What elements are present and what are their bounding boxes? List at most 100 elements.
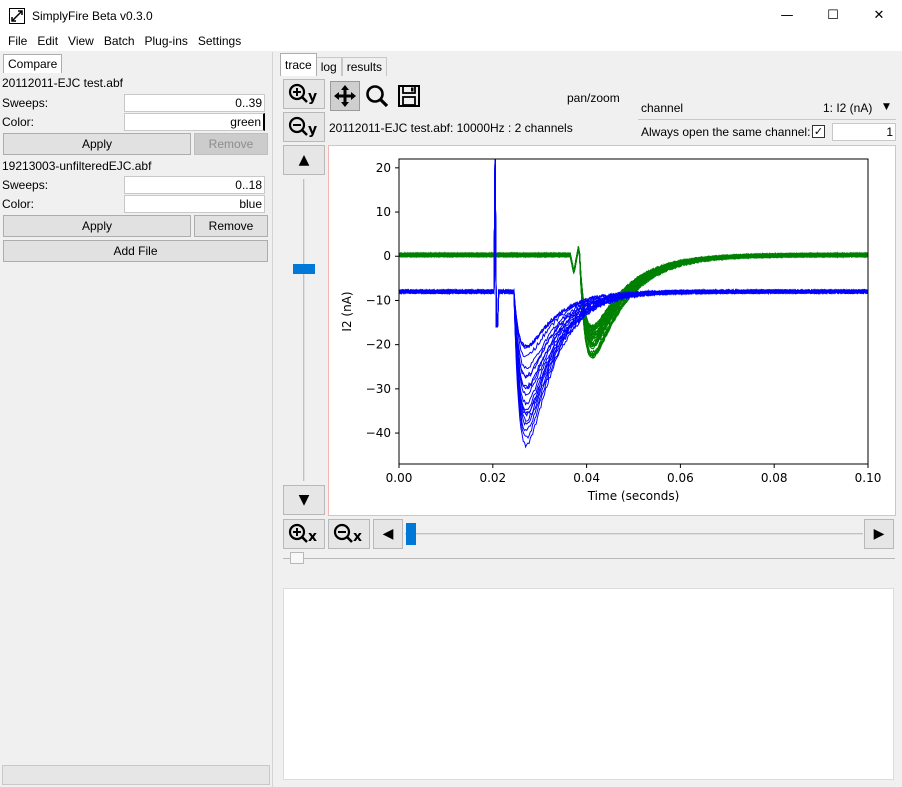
maximize-button[interactable]: ☐ bbox=[810, 0, 856, 31]
y-axis-label: I2 (nA) bbox=[340, 291, 354, 331]
series-sweep-line bbox=[399, 249, 868, 348]
channel-select[interactable]: channel 1: I2 (nA) ▼ bbox=[638, 96, 896, 120]
scroll-left-button[interactable]: ◀ bbox=[373, 519, 403, 549]
series-sweep-line bbox=[399, 159, 868, 390]
x-axis-label: Time (seconds) bbox=[587, 489, 680, 503]
y-tick-label: −20 bbox=[366, 338, 391, 352]
tab-compare[interactable]: Compare bbox=[3, 54, 63, 73]
svg-text:y: y bbox=[308, 122, 317, 138]
save-icon[interactable] bbox=[394, 81, 424, 111]
status-bar bbox=[2, 765, 270, 785]
zoom-out-y-button[interactable]: y bbox=[283, 112, 325, 142]
x-scroll-track[interactable] bbox=[405, 533, 863, 535]
zoom-out-x-icon: x bbox=[333, 523, 362, 545]
add-file-button[interactable]: Add File bbox=[3, 240, 268, 262]
menu-view[interactable]: View bbox=[63, 34, 99, 48]
y-scroll-thumb[interactable] bbox=[293, 264, 315, 274]
file-info: 20112011-EJC test.abf: 10000Hz : 2 chann… bbox=[329, 121, 573, 135]
x-tick-label: 0.06 bbox=[667, 471, 694, 485]
sweeps-input[interactable]: 0..18 bbox=[124, 176, 265, 194]
y-tick-label: −30 bbox=[366, 382, 391, 396]
always-open-label: Always open the same channel: bbox=[641, 125, 811, 139]
x-tick-label: 0.08 bbox=[761, 471, 788, 485]
file-name: 20112011-EJC test.abf bbox=[2, 76, 123, 90]
series-sweep-line bbox=[399, 248, 868, 355]
svg-text:x: x bbox=[308, 529, 317, 545]
sweeps-input[interactable]: 0..39 bbox=[124, 94, 265, 112]
menu-settings[interactable]: Settings bbox=[193, 34, 246, 48]
remove-button[interactable]: Remove bbox=[194, 215, 268, 237]
scroll-down-button[interactable]: ▼ bbox=[283, 485, 325, 515]
always-open-checkbox[interactable]: ✓ bbox=[812, 125, 825, 138]
y-tick-label: 0 bbox=[383, 249, 391, 263]
mode-label: pan/zoom bbox=[567, 91, 620, 105]
splitter-handle[interactable] bbox=[290, 552, 304, 564]
trace-chart[interactable]: 0.00 0.02 0.04 0.06 0.08 0.10 20 10 0 −10 −20 −30 −4… bbox=[329, 146, 895, 515]
series-sweep-line bbox=[399, 159, 868, 406]
window-title: SimplyFire Beta v0.3.0 bbox=[32, 8, 153, 23]
series-sweep-line bbox=[399, 159, 868, 349]
x-tick-label: 0.10 bbox=[855, 471, 882, 485]
zoom-in-x-button[interactable]: x bbox=[283, 519, 325, 549]
series-sweep-line bbox=[399, 159, 868, 370]
series-sweep-line bbox=[399, 159, 868, 390]
series-sweep-line bbox=[399, 159, 868, 348]
series-sweep-line bbox=[399, 159, 868, 349]
y-scroll: ▲ ▼ bbox=[283, 145, 325, 516]
series-sweep-line bbox=[399, 246, 868, 356]
app-icon bbox=[9, 7, 25, 24]
y-tick-label: −40 bbox=[366, 426, 391, 440]
chevron-down-icon: ▼ bbox=[883, 102, 890, 112]
right-panel: trace log results y y pan/zoom 20112011-… bbox=[276, 52, 902, 787]
menu-edit[interactable]: Edit bbox=[32, 34, 63, 48]
y-tick-label: −10 bbox=[366, 293, 391, 307]
divider bbox=[283, 558, 895, 559]
zoom-out-x-button[interactable]: x bbox=[328, 519, 370, 549]
svg-text:x: x bbox=[353, 529, 362, 545]
zoom-icon[interactable] bbox=[362, 81, 392, 111]
color-label: Color: bbox=[2, 115, 35, 129]
channel-number-input[interactable]: 1 bbox=[832, 123, 896, 141]
x-tick-label: 0.04 bbox=[573, 471, 600, 485]
minimize-button[interactable]: — bbox=[764, 0, 810, 31]
tab-log[interactable]: log bbox=[316, 57, 342, 76]
x-tick-label: 0.02 bbox=[479, 471, 506, 485]
menu-plugins[interactable]: Plug-ins bbox=[140, 34, 193, 48]
series-sweep-line bbox=[399, 246, 868, 356]
plot-traces bbox=[399, 159, 868, 449]
scroll-right-button[interactable]: ▶ bbox=[864, 519, 894, 549]
x-tick-label: 0.00 bbox=[386, 471, 413, 485]
series-sweep-line bbox=[399, 247, 868, 350]
x-scroll-thumb[interactable] bbox=[406, 523, 416, 545]
left-panel: Compare 20112011-EJC test.abf Sweeps: 0.… bbox=[0, 52, 273, 787]
scroll-up-button[interactable]: ▲ bbox=[283, 145, 325, 175]
series-sweep-line bbox=[399, 248, 868, 348]
zoom-in-y-button[interactable]: y bbox=[283, 79, 325, 109]
zoom-in-y-icon: y bbox=[288, 83, 317, 105]
sweeps-label: Sweeps: bbox=[2, 96, 49, 110]
series-sweep-line bbox=[399, 246, 868, 356]
x-scroll: x x ◀ ▶ bbox=[283, 519, 898, 551]
y-scroll-track[interactable] bbox=[303, 179, 305, 481]
tab-results[interactable]: results bbox=[341, 57, 388, 76]
title-bar: SimplyFire Beta v0.3.0 — ☐ ✕ bbox=[0, 0, 902, 31]
channel-value: 1: I2 (nA) bbox=[823, 101, 873, 115]
trace-plot-frame[interactable]: 0.00 0.02 0.04 0.06 0.08 0.10 20 10 0 −10 −20 −30 −4… bbox=[328, 145, 896, 516]
close-button[interactable]: ✕ bbox=[856, 0, 902, 31]
series-sweep-line bbox=[399, 248, 868, 347]
file-name: 19213003-unfilteredEJC.abf bbox=[2, 159, 152, 173]
zoom-out-y-icon: y bbox=[288, 116, 317, 138]
menu-batch[interactable]: Batch bbox=[99, 34, 140, 48]
color-input[interactable]: green bbox=[124, 113, 265, 131]
menu-file[interactable]: File bbox=[3, 34, 32, 48]
series-sweep-line bbox=[399, 246, 868, 359]
series-sweep-line bbox=[399, 248, 868, 358]
compare-panel: 20112011-EJC test.abf Sweeps: 0..39 Colo… bbox=[0, 74, 272, 767]
tab-trace[interactable]: trace bbox=[280, 53, 317, 76]
pan-icon[interactable] bbox=[330, 81, 360, 111]
svg-text:y: y bbox=[308, 89, 317, 105]
apply-button[interactable]: Apply bbox=[3, 133, 191, 155]
color-input[interactable]: blue bbox=[124, 195, 265, 213]
remove-button[interactable]: Remove bbox=[194, 133, 268, 155]
apply-button[interactable]: Apply bbox=[3, 215, 191, 237]
